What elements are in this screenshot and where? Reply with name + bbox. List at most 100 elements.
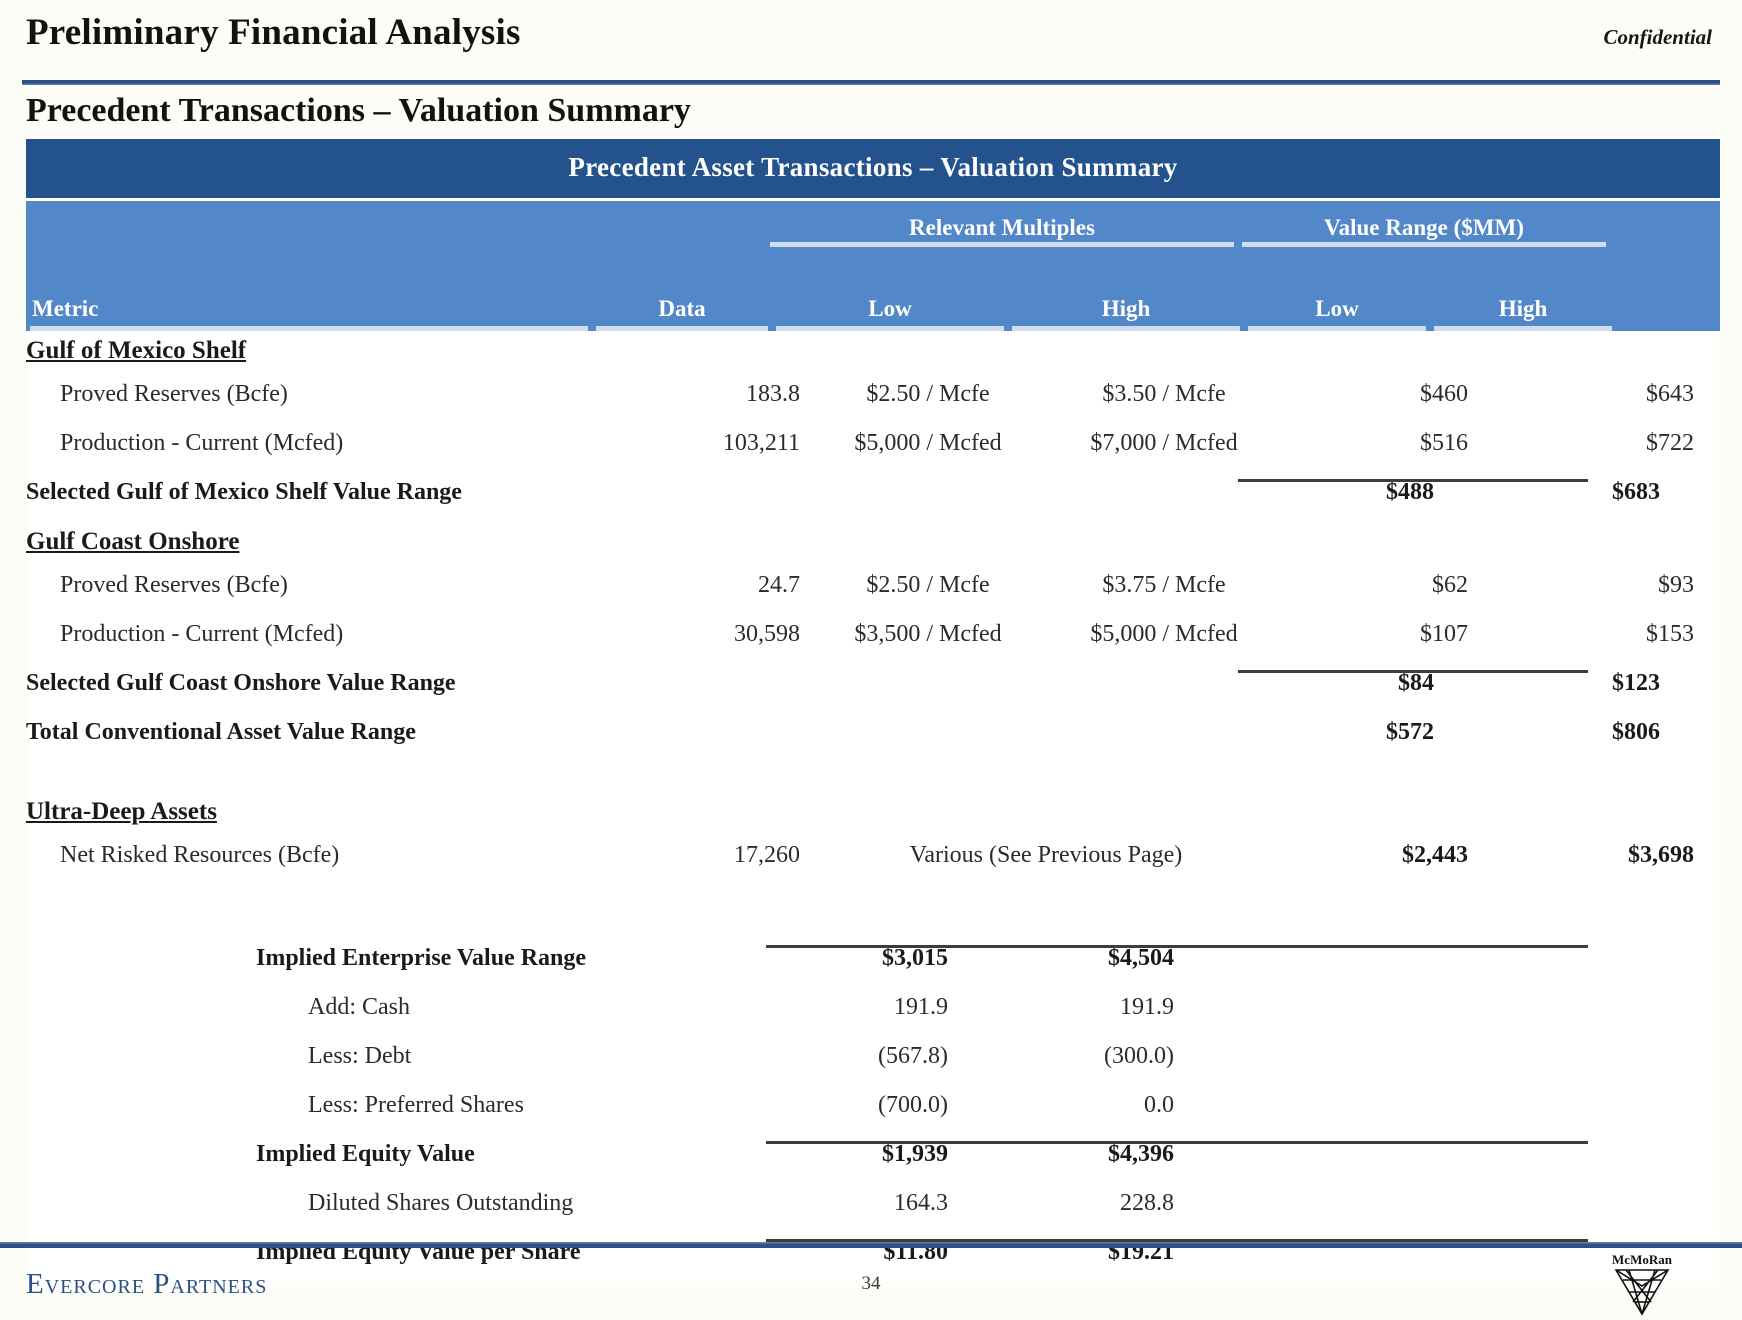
page-header: Preliminary Financial Analysis Confident… [0,0,1742,70]
value-high: $643 [1646,380,1694,407]
metric-label: Proved Reserves (Bcfe) [60,380,288,407]
subtotal-value-low: $488 [1386,478,1434,505]
column-metric: Metric [26,296,592,331]
table-row: Proved Reserves (Bcfe) 24.7 $2.50 / Mcfe… [26,572,1720,621]
group-relevant-multiples: Relevant Multiples [766,215,1238,247]
confidential-label: Confidential [1603,25,1712,49]
row-spacer [26,891,1720,945]
bridge-label: Implied Equity Value [256,1140,475,1167]
subtotal-value-high: $683 [1612,478,1660,505]
bridge-label: Less: Preferred Shares [308,1091,524,1118]
subtotal-row: Selected Gulf of Mexico Shelf Value Rang… [26,479,1720,528]
column-group-row: Relevant Multiples Value Range ($MM) [26,215,1720,247]
table-body: Gulf of Mexico Shelf Proved Reserves (Bc… [26,330,1720,1288]
table-row: Net Risked Resources (Bcfe) 17,260 Vario… [26,842,1720,891]
metric-label: Proved Reserves (Bcfe) [60,571,288,598]
table-banner: Precedent Asset Transactions – Valuation… [26,138,1720,201]
multiple-low: $3,500 / Mcfed [854,620,1002,647]
bridge-low: (700.0) [878,1091,948,1118]
valuation-table: Precedent Asset Transactions – Valuation… [26,138,1720,1288]
section-title-gulf-of-mexico-shelf: Gulf of Mexico Shelf [26,336,247,364]
column-data: Data [592,296,772,331]
column-value-high: High [1430,296,1616,331]
multiple-low: $5,000 / Mcfed [854,429,1002,456]
value-low: $460 [1420,380,1468,407]
subtotal-label: Selected Gulf Coast Onshore Value Range [26,669,456,696]
value-low: $2,443 [1402,841,1468,868]
bridge-low: (567.8) [878,1042,948,1069]
table-row: Production - Current (Mcfed) 30,598 $3,5… [26,621,1720,670]
table-row: Production - Current (Mcfed) 103,211 $5,… [26,430,1720,479]
metric-data: 30,598 [734,620,800,647]
metric-label: Production - Current (Mcfed) [60,429,344,456]
section-title-ultra-deep-assets: Ultra-Deep Assets [26,797,217,825]
bridge-row: Implied Enterprise Value Range $3,015 $4… [26,945,1720,994]
column-value-low: Low [1244,296,1430,331]
metric-data: 24.7 [758,571,800,598]
value-high: $93 [1658,571,1694,598]
bridge-high: $4,504 [1108,944,1174,971]
total-conventional-high: $806 [1612,718,1660,745]
metric-data: 103,211 [722,429,800,456]
bridge-row: Less: Debt (567.8) (300.0) [26,1043,1720,1092]
firm-name: Evercore Partners [26,1267,268,1300]
bridge-high: (300.0) [1104,1042,1174,1069]
multiple-low: $2.50 / Mcfe [866,571,990,598]
row-spacer [26,768,1720,798]
subtotal-row: Selected Gulf Coast Onshore Value Range … [26,670,1720,719]
bridge-low: 191.9 [894,993,948,1020]
page-title: Precedent Transactions – Valuation Summa… [26,92,691,129]
svg-text:McMoRan: McMoRan [1612,1252,1673,1267]
metric-label: Production - Current (Mcfed) [60,620,344,647]
table-column-header: Relevant Multiples Value Range ($MM) Met… [26,200,1720,331]
value-low: $107 [1420,620,1468,647]
value-low: $62 [1432,571,1468,598]
bridge-low: $3,015 [882,944,948,971]
bridge-low: $1,939 [882,1140,948,1167]
metric-data: 17,260 [734,841,800,868]
subtotal-value-low: $84 [1398,669,1434,696]
column-label-row: Metric Data Low High Low High [26,296,1720,331]
column-multiple-high: High [1008,296,1244,331]
value-high: $153 [1646,620,1694,647]
section-header-row: Ultra-Deep Assets [26,798,1720,842]
subtotal-value-high: $123 [1612,669,1660,696]
total-conventional-label: Total Conventional Asset Value Range [26,718,416,745]
subtotal-label: Selected Gulf of Mexico Shelf Value Rang… [26,478,462,505]
multiple-high: $3.50 / Mcfe [1102,380,1226,407]
column-multiple-low: Low [772,296,1008,331]
bridge-high: 191.9 [1120,993,1174,1020]
multiple-low: $2.50 / Mcfe [866,380,990,407]
bridge-label: Implied Enterprise Value Range [256,944,587,971]
total-conventional-low: $572 [1386,718,1434,745]
bridge-row: Add: Cash 191.9 191.9 [26,994,1720,1043]
value-high: $3,698 [1628,841,1694,868]
multiple-high: $3.75 / Mcfe [1102,571,1226,598]
multiple-high: $7,000 / Mcfed [1090,429,1238,456]
metric-label: Net Risked Resources (Bcfe) [60,841,340,868]
bridge-row: Less: Preferred Shares (700.0) 0.0 [26,1092,1720,1141]
bridge-high: $4,396 [1108,1140,1174,1167]
bridge-row: Diluted Shares Outstanding 164.3 228.8 [26,1190,1720,1239]
value-high: $722 [1646,429,1694,456]
bridge-high: 228.8 [1120,1189,1174,1216]
group-value-range: Value Range ($MM) [1238,215,1610,247]
table-row: Proved Reserves (Bcfe) 183.8 $2.50 / Mcf… [26,381,1720,430]
header-row: Preliminary Financial Analysis Confident… [26,14,1720,51]
bridge-low: 164.3 [894,1189,948,1216]
metric-data: 183.8 [746,380,800,407]
bridge-label: Diluted Shares Outstanding [308,1189,574,1216]
bridge-row: Implied Equity Value $1,939 $4,396 [26,1141,1720,1190]
multiple-high: $5,000 / Mcfed [1090,620,1238,647]
deck-title: Preliminary Financial Analysis [26,12,521,53]
page-number: 34 [861,1273,881,1294]
bridge-high: 0.0 [1144,1091,1174,1118]
section-title-gulf-coast-onshore: Gulf Coast Onshore [26,527,240,555]
bridge-label: Less: Debt [308,1042,412,1069]
total-conventional-row: Total Conventional Asset Value Range $57… [26,719,1720,768]
section-header-row: Gulf Coast Onshore [26,528,1720,572]
value-low: $516 [1420,429,1468,456]
mcmoran-logo-icon: McMoRan [1612,1252,1673,1316]
bridge-label: Add: Cash [308,993,410,1020]
section-header-row: Gulf of Mexico Shelf [26,337,1720,381]
